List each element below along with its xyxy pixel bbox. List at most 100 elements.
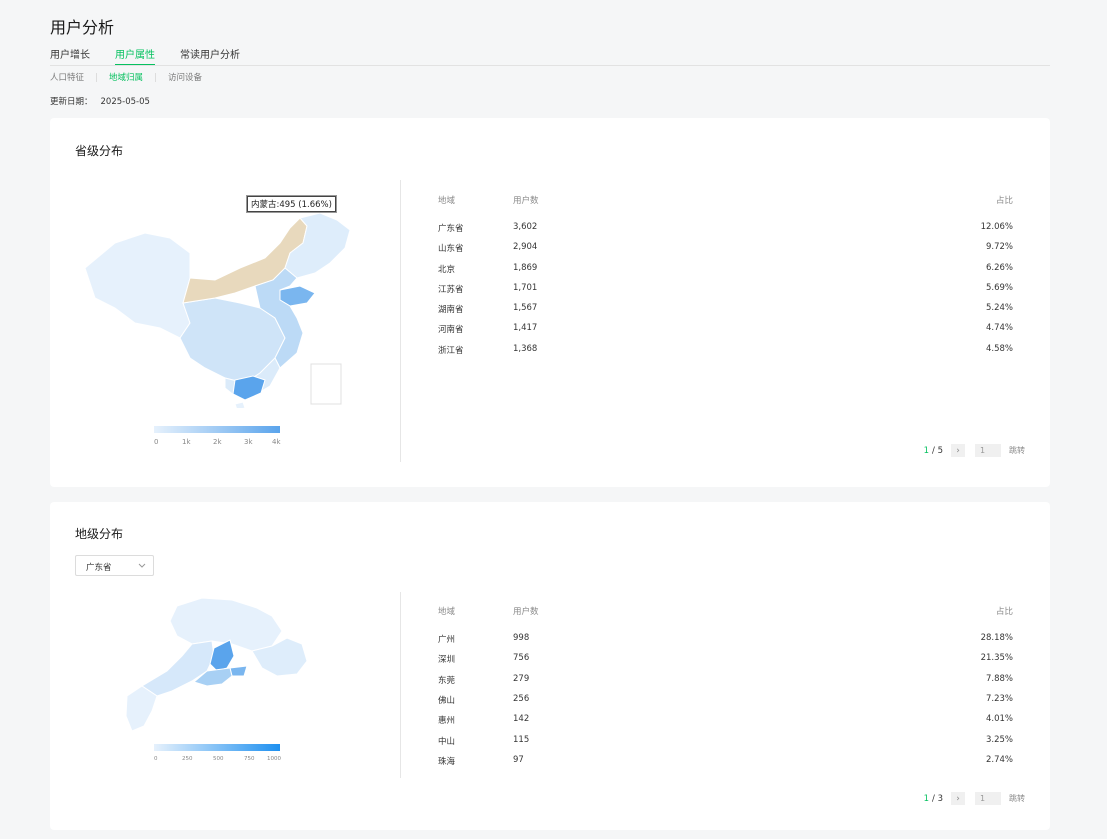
guangdong-map[interactable] [122, 596, 312, 736]
card-divider [400, 180, 401, 462]
jump-button[interactable]: 跳转 [1009, 445, 1025, 456]
tab-user-attributes[interactable]: 用户属性 [115, 46, 155, 65]
pager-total: / 3 [932, 793, 943, 804]
cell-ratio: 4.01% [985, 714, 1013, 724]
main-tabs: 用户增长 用户属性 常读用户分析 [50, 46, 1050, 66]
chevron-right-icon[interactable]: › [951, 444, 965, 457]
cell-users: 1,368 [513, 344, 538, 354]
cell-users: 998 [513, 633, 530, 643]
pager-current: 1 [923, 445, 930, 456]
cell-ratio: 4.74% [985, 323, 1013, 333]
table-row: 深圳 756 21.35% [438, 653, 1013, 667]
cell-region: 山东省 [438, 244, 464, 254]
cell-ratio: 2.74% [985, 755, 1013, 765]
pager-total: / 5 [932, 445, 943, 456]
col-header-region: 地域 [438, 196, 456, 206]
cell-users: 1,701 [513, 283, 538, 293]
cell-region: 深圳 [438, 655, 456, 665]
map-city-west [141, 640, 215, 697]
tab-frequent-readers[interactable]: 常读用户分析 [180, 46, 240, 61]
col-header-users: 用户数 [513, 196, 539, 206]
update-date-label: 更新日期： [50, 97, 93, 107]
china-map[interactable] [75, 208, 355, 408]
map-tooltip: 内蒙古:495 (1.66%) [247, 196, 336, 212]
province-card: 省级分布 内蒙古:495 (1.66%) 0 1k 2k 3k 4k 地域 用户… [50, 118, 1050, 487]
cell-region: 广东省 [438, 224, 464, 234]
table-row: 山东省 2,904 9.72% [438, 242, 1013, 256]
cell-region: 湖南省 [438, 305, 464, 315]
legend-tick: 0 [154, 438, 159, 446]
subtab-demographics[interactable]: 人口特征 [50, 71, 84, 83]
cell-ratio: 5.69% [985, 283, 1013, 293]
province-select-value: 广东省 [86, 563, 112, 573]
legend-tick: 4k [272, 438, 281, 446]
table-row: 佛山 256 7.23% [438, 694, 1013, 708]
update-date-value: 2025-05-05 [100, 97, 150, 107]
page-input[interactable]: 1 [975, 792, 1001, 805]
cell-users: 256 [513, 694, 530, 704]
cell-ratio: 28.18% [980, 633, 1013, 643]
cell-ratio: 3.25% [985, 735, 1013, 745]
legend-gradient [154, 744, 280, 751]
cell-ratio: 9.72% [985, 242, 1013, 252]
legend-ticks: 0 1k 2k 3k 4k [154, 438, 284, 448]
province-pager: 1 / 5 › 1 跳转 [924, 444, 1025, 457]
cell-region: 浙江省 [438, 346, 464, 356]
legend-tick: 0 [154, 756, 158, 762]
col-header-users: 用户数 [513, 607, 539, 617]
table-row: 河南省 1,417 4.74% [438, 323, 1013, 337]
subtab-devices[interactable]: 访问设备 [168, 71, 202, 83]
tab-user-growth[interactable]: 用户增长 [50, 46, 90, 61]
cell-users: 97 [513, 755, 524, 765]
cell-ratio: 12.06% [980, 222, 1013, 232]
col-header-region: 地域 [438, 607, 456, 617]
legend-tick: 1000 [267, 756, 281, 762]
cell-region: 中山 [438, 737, 456, 747]
map-region-west [84, 232, 191, 339]
table-row: 江苏省 1,701 5.69% [438, 283, 1013, 297]
cell-region: 惠州 [438, 716, 456, 726]
page-title: 用户分析 [50, 18, 115, 37]
cell-region: 珠海 [438, 757, 456, 767]
legend-tick: 500 [213, 756, 224, 762]
legend-tick: 3k [244, 438, 253, 446]
map-city-shenzhen [229, 665, 248, 677]
col-header-ratio: 占比 [995, 196, 1013, 206]
cell-ratio: 6.26% [985, 263, 1013, 273]
jump-button[interactable]: 跳转 [1009, 793, 1025, 804]
pager-current: 1 [923, 793, 930, 804]
cell-users: 142 [513, 714, 530, 724]
cell-region: 河南省 [438, 325, 464, 335]
cell-ratio: 7.88% [985, 674, 1013, 684]
cell-ratio: 21.35% [980, 653, 1013, 663]
legend-tick: 750 [244, 756, 255, 762]
city-legend: 0 250 500 750 1000 [154, 744, 284, 766]
col-header-ratio: 占比 [995, 607, 1013, 617]
page-input[interactable]: 1 [975, 444, 1001, 457]
province-legend: 0 1k 2k 3k 4k [154, 426, 284, 448]
table-row: 惠州 142 4.01% [438, 714, 1013, 728]
chevron-down-icon [138, 563, 146, 568]
table-row: 东莞 279 7.88% [438, 674, 1013, 688]
map-region-guangdong [232, 375, 266, 401]
cell-users: 1,567 [513, 303, 538, 313]
cell-ratio: 4.58% [985, 344, 1013, 354]
chevron-right-icon[interactable]: › [951, 792, 965, 805]
map-city-leizhou [125, 685, 158, 732]
subtab-region[interactable]: 地域归属 [109, 71, 143, 83]
cell-region: 东莞 [438, 676, 456, 686]
cell-region: 广州 [438, 635, 456, 645]
legend-gradient [154, 426, 280, 433]
subtab-separator [96, 72, 98, 82]
cell-users: 279 [513, 674, 530, 684]
card-divider [400, 592, 401, 778]
cell-users: 1,417 [513, 323, 538, 333]
city-title: 地级分布 [75, 527, 124, 541]
cell-region: 佛山 [438, 696, 456, 706]
city-card: 地级分布 广东省 0 250 500 750 1000 地域 用户数 占比 广州… [50, 502, 1050, 830]
legend-tick: 2k [213, 438, 222, 446]
city-pager: 1 / 3 › 1 跳转 [924, 792, 1025, 805]
table-row: 广州 998 28.18% [438, 633, 1013, 647]
legend-ticks: 0 250 500 750 1000 [154, 756, 284, 766]
province-select[interactable]: 广东省 [75, 555, 154, 576]
